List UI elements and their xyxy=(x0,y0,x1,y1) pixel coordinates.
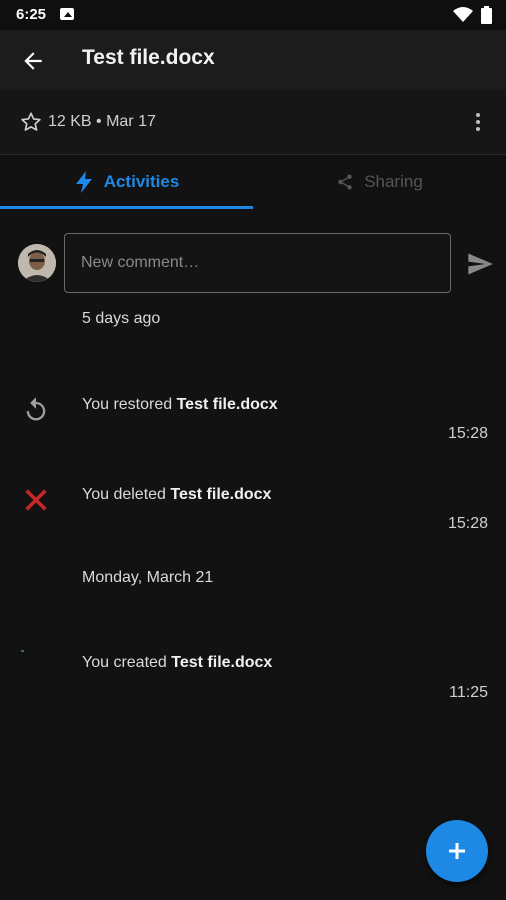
star-icon[interactable] xyxy=(20,111,42,133)
tab-activities-label: Activities xyxy=(103,172,180,191)
status-time: 6:25 xyxy=(16,6,47,23)
activity-action: You restored xyxy=(82,396,177,413)
back-arrow-icon[interactable] xyxy=(20,48,46,74)
plus-icon xyxy=(449,843,465,859)
avatar-photo xyxy=(18,244,56,282)
activity-text: You deleted Test file.docx xyxy=(82,486,271,504)
page-title: Test file.docx xyxy=(82,46,215,69)
date-header: 5 days ago xyxy=(82,310,161,327)
share-icon xyxy=(338,174,352,190)
app-bar: Test file.docx xyxy=(0,30,506,90)
tab-activities[interactable]: Activities xyxy=(0,155,253,209)
created-icon xyxy=(21,650,24,652)
send-icon[interactable] xyxy=(466,250,494,278)
more-options-icon[interactable] xyxy=(466,110,490,134)
activity-time: 15:28 xyxy=(447,515,488,532)
activity-file: Test file.docx xyxy=(176,396,278,413)
tab-indicator xyxy=(0,206,253,209)
file-info-bar: 12 KB • Mar 17 xyxy=(0,90,506,155)
activity-text: You created Test file.docx xyxy=(82,654,272,672)
status-icons xyxy=(453,6,492,24)
delete-x-icon xyxy=(25,489,47,511)
image-notification-icon xyxy=(60,8,74,20)
date-header: Monday, March 21 xyxy=(82,569,214,586)
tab-bar: Activities Sharing xyxy=(0,155,506,209)
activity-action: You created xyxy=(82,654,172,671)
tab-sharing[interactable]: Sharing xyxy=(253,155,506,209)
battery-icon xyxy=(481,6,492,24)
comment-input[interactable]: New comment… xyxy=(64,233,451,293)
wifi-icon xyxy=(453,7,473,22)
add-fab-button[interactable] xyxy=(426,820,488,882)
comment-placeholder: New comment… xyxy=(81,254,200,271)
file-meta: 12 KB • Mar 17 xyxy=(48,113,156,130)
lightning-icon xyxy=(75,171,92,193)
status-bar: 6:25 xyxy=(0,0,506,30)
activity-time: 11:25 xyxy=(449,684,488,701)
activity-file: Test file.docx xyxy=(171,654,273,671)
activity-file: Test file.docx xyxy=(170,486,272,503)
activity-action: You deleted xyxy=(82,486,171,503)
restore-icon xyxy=(26,397,46,421)
avatar xyxy=(18,244,56,282)
activity-text: You restored Test file.docx xyxy=(82,396,278,414)
tab-sharing-label: Sharing xyxy=(364,172,423,191)
activity-time: 15:28 xyxy=(447,425,488,442)
